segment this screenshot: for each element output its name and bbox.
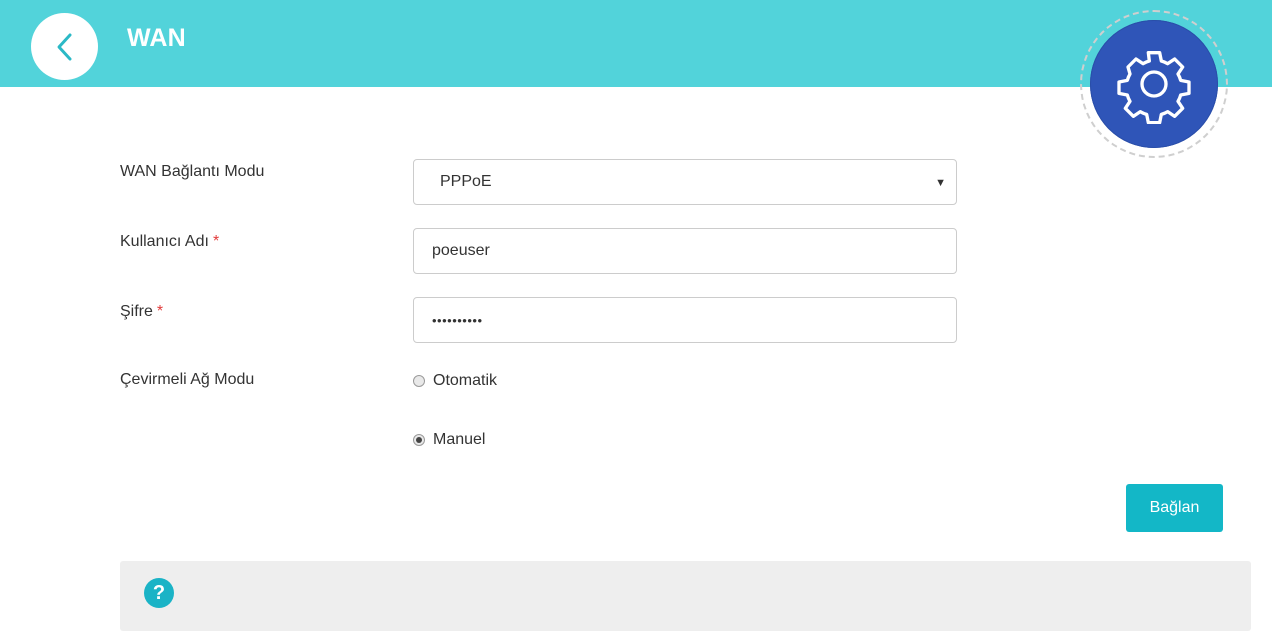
question-icon[interactable]: ? — [144, 578, 174, 608]
settings-circle — [1090, 20, 1218, 148]
gear-icon — [1117, 51, 1191, 124]
chevron-left-icon — [57, 33, 71, 60]
radio-dot — [416, 437, 422, 443]
radio-circle-unchecked[interactable] — [413, 375, 425, 387]
help-panel: ? — [120, 561, 1251, 631]
radio-manuel-label: Manuel — [433, 431, 486, 448]
radio-manuel[interactable]: Manuel — [413, 431, 485, 449]
required-mark: * — [156, 303, 164, 320]
password-label-text: Şifre — [120, 303, 153, 320]
back-button[interactable] — [31, 13, 98, 80]
password-input[interactable]: •••••••••• — [413, 297, 957, 343]
wan-mode-select[interactable]: PPPoE ▼ — [413, 159, 957, 205]
dial-mode-label: Çevirmeli Ağ Modu — [120, 371, 255, 388]
required-mark: * — [212, 233, 220, 250]
settings-badge — [1080, 10, 1228, 158]
password-value: •••••••••• — [432, 312, 483, 328]
wan-mode-label: WAN Bağlantı Modu — [120, 163, 265, 180]
radio-otomatik[interactable]: Otomatik — [413, 372, 497, 390]
password-label: Şifre * — [120, 303, 163, 321]
caret-down-icon: ▼ — [935, 177, 946, 189]
username-input[interactable]: poeuser — [413, 228, 957, 274]
page-title: WAN — [127, 24, 186, 52]
username-label-text: Kullanıcı Adı — [120, 233, 209, 250]
radio-circle-checked[interactable] — [413, 434, 425, 446]
wan-mode-value: PPPoE — [440, 173, 492, 190]
connect-button[interactable]: Bağlan — [1126, 484, 1223, 532]
radio-otomatik-label: Otomatik — [433, 372, 498, 389]
username-label: Kullanıcı Adı * — [120, 233, 219, 251]
username-value: poeuser — [432, 242, 490, 259]
